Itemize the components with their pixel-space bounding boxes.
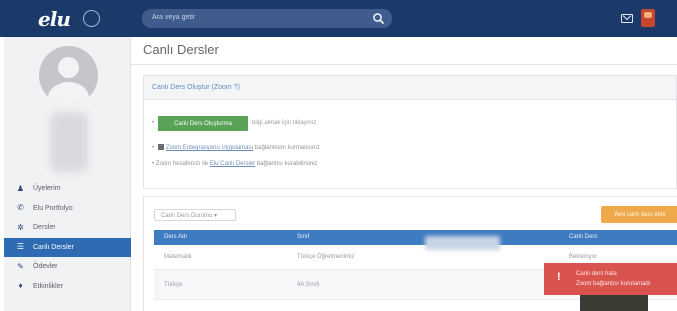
- wrench-icon: ✎: [17, 261, 24, 271]
- bullet-note: bağlantısı kurabilirsiniz: [256, 161, 318, 167]
- create-live-lesson-button[interactable]: Canlı Ders Oluşturma: [158, 116, 248, 131]
- sidebar-item-label: Üyelerim: [33, 185, 61, 193]
- profile-avatar[interactable]: [39, 46, 98, 105]
- gear-icon: ✲: [17, 222, 24, 232]
- filter-value: Canlı Ders Durumu: [161, 213, 213, 219]
- logo-badge-icon: [83, 10, 100, 27]
- column-header[interactable]: Sınıf: [297, 234, 309, 240]
- search-input[interactable]: Ara veya getir: [152, 14, 195, 21]
- avatar-head-shape: [58, 57, 79, 78]
- zoom-icon: [157, 144, 164, 150]
- zoom-integration-link[interactable]: Zoom Entegrasyonu Uygulaması: [166, 145, 253, 151]
- panel-header: Canlı Ders Oluştur (Zoom ?): [144, 76, 676, 100]
- table-header: Ders Adı Sınıf Canlı Ders: [154, 230, 677, 250]
- sidebar-item-label: Dersler: [33, 224, 56, 232]
- button-note: bilgi almak için tıklayınız: [252, 120, 317, 126]
- sidebar-item-etkinlikler[interactable]: ♦ Etkinlikler: [4, 277, 131, 297]
- sidebar: ♟ Üyelerim ✆ Elu Portfolyo ✲ Dersler ☰ C…: [4, 37, 131, 311]
- bullet-prefix: Zoom hesabınızı ile: [155, 161, 209, 167]
- pin-icon: ♦: [18, 281, 23, 291]
- status-filter-select[interactable]: Canlı Ders Durumu ▾: [154, 209, 236, 221]
- sidebar-nav: ♟ Üyelerim ✆ Elu Portfolyo ✲ Dersler ☰ C…: [4, 179, 131, 296]
- zoom-integration-line: • Zoom Entegrasyonu Uygulaması bağlantıs…: [152, 144, 320, 151]
- alert-icon: !: [557, 271, 561, 283]
- sidebar-item-label: Canlı Dersler: [33, 243, 74, 251]
- profile-info-blurred: [50, 112, 88, 172]
- notification-title: Canlı ders hata: [576, 271, 617, 277]
- error-notification[interactable]: ! Canlı ders hata Zoom bağlantısı kurula…: [544, 263, 677, 295]
- column-header[interactable]: Canlı Ders: [569, 234, 597, 240]
- sidebar-item-canli-dersler[interactable]: ☰ Canlı Dersler: [4, 237, 131, 257]
- live-lesson-setup-panel: Canlı Ders Oluştur (Zoom ?) • Canlı Ders…: [143, 75, 677, 189]
- search-icon[interactable]: [371, 11, 386, 26]
- add-live-lesson-button[interactable]: Yeni canlı ders ekle: [601, 206, 677, 223]
- avatar-body-shape: [48, 82, 89, 105]
- mail-icon[interactable]: [621, 14, 633, 23]
- column-header[interactable]: Ders Adı: [164, 234, 187, 240]
- elu-live-lessons-link[interactable]: Elu Canlı Dersler: [210, 161, 255, 167]
- user-icon: ♟: [16, 183, 25, 193]
- lesson-status: Bekleniyor: [569, 254, 598, 260]
- elu-logo[interactable]: elu: [38, 7, 71, 31]
- divider: [131, 64, 677, 65]
- sidebar-item-label: Elu Portfolyo: [33, 204, 73, 212]
- lesson-name: Matematik: [164, 254, 192, 260]
- sidebar-item-portfolyo[interactable]: ✆ Elu Portfolyo: [4, 199, 131, 219]
- notification-message: Zoom bağlantısı kurulamadı: [576, 281, 651, 287]
- search-bar[interactable]: Ara veya getir: [142, 9, 392, 28]
- list-icon: ☰: [16, 242, 25, 252]
- video-thumbnail: [580, 295, 648, 311]
- sidebar-item-uyelerim[interactable]: ♟ Üyelerim: [4, 179, 131, 199]
- sidebar-item-label: Ödevler: [33, 263, 58, 271]
- sidebar-item-odevler[interactable]: ✎ Ödevler: [4, 257, 131, 277]
- lesson-class: Türkçe Öğretmenimiz: [297, 254, 355, 260]
- lesson-name: Türkçe: [164, 282, 183, 288]
- bullet-note: bağlantısını kurmalısınız: [254, 145, 320, 151]
- page-title: Canlı Dersler: [143, 42, 219, 57]
- bullet-marker: •: [152, 120, 155, 126]
- lesson-class: 4A Sınıfı: [297, 282, 320, 288]
- phone-icon: ✆: [17, 203, 24, 213]
- sidebar-item-label: Etkinlikler: [33, 282, 63, 290]
- user-avatar[interactable]: [641, 9, 655, 27]
- create-live-lesson-link[interactable]: Canlı Ders Oluştur (Zoom ?): [152, 84, 240, 91]
- sidebar-item-dersler[interactable]: ✲ Dersler: [4, 218, 131, 238]
- zoom-account-line: • Zoom hesabınızı ile Elu Canlı Dersler …: [152, 161, 318, 167]
- top-navigation-bar: elu Ara veya getir: [0, 0, 677, 37]
